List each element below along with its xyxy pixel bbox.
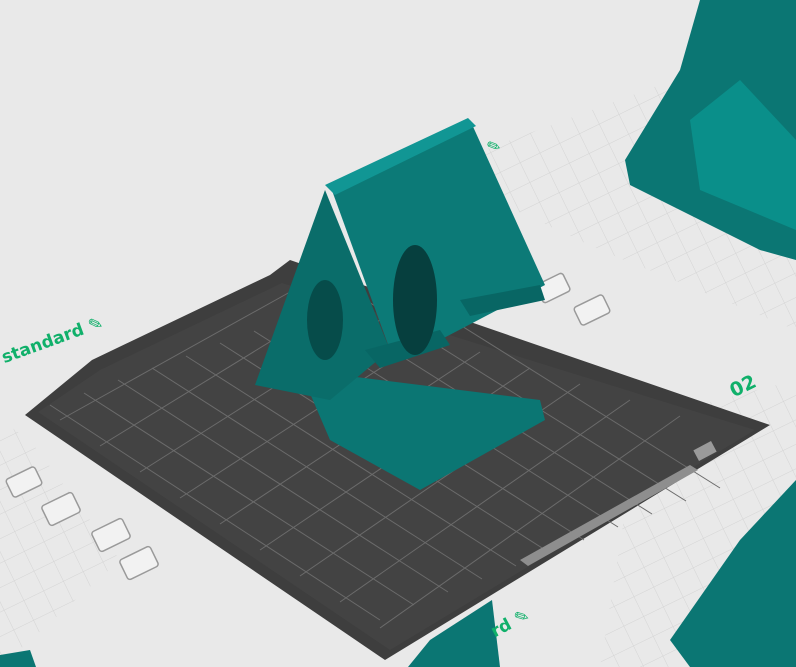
stand-cutout-side — [307, 280, 343, 360]
3d-viewport[interactable]: standard✎ 02 rd✎ ✎ — [0, 0, 796, 667]
plate-settings-icon[interactable] — [119, 545, 159, 581]
plate-settings-icon-2[interactable] — [573, 294, 611, 326]
build-plate-scene[interactable] — [0, 0, 796, 667]
stand-cutout — [393, 245, 437, 355]
